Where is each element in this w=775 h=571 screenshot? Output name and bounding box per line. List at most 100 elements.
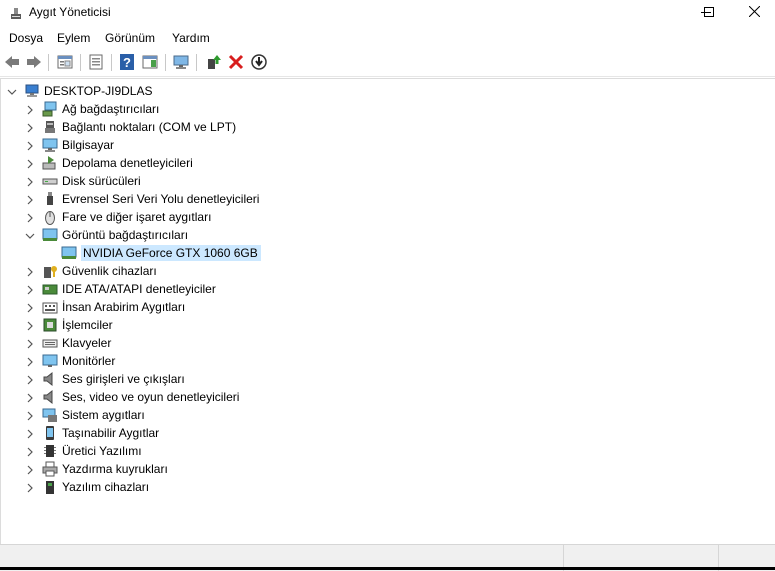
tree-category[interactable]: Yazdırma kuyrukları [27,460,168,478]
tree-category[interactable]: Sistem aygıtları [27,406,145,424]
tree-category[interactable]: İşlemciler [27,316,113,334]
tree-item-label: NVIDIA GeForce GTX 1060 6GB [81,245,261,261]
tree-item-label: İnsan Arabirim Aygıtları [62,300,186,314]
tree-category[interactable]: Güvenlik cihazları [27,262,157,280]
speaker-icon [42,389,58,405]
tree-item-label: IDE ATA/ATAPI denetleyiciler [62,282,216,296]
forward-button[interactable] [25,53,43,71]
firmware-icon [42,443,58,459]
system-device-icon [42,407,58,423]
uninstall-device-button[interactable] [227,53,245,71]
chevron-right-icon[interactable] [25,410,35,421]
tree-category[interactable]: Evrensel Seri Veri Yolu denetleyicileri [27,190,259,208]
chevron-down-icon[interactable] [7,86,17,96]
show-hide-tree-icon [56,55,74,74]
chevron-right-icon[interactable] [25,176,35,187]
chevron-right-icon[interactable] [25,140,35,151]
tree-device[interactable]: NVIDIA GeForce GTX 1060 6GB [61,244,261,262]
tree-category[interactable]: İnsan Arabirim Aygıtları [27,298,186,316]
software-device-icon [42,479,58,495]
chevron-right-icon[interactable] [25,446,35,457]
update-driver-button[interactable] [204,53,222,71]
toolbar-separator [165,54,166,71]
tree-item-label: Klavyeler [62,336,112,350]
menu-view[interactable]: Görünüm [105,31,155,45]
properties-button[interactable] [87,53,105,71]
tree-item-label: Yazılım cihazları [62,480,150,494]
chevron-down-icon[interactable] [25,230,35,240]
tree-category[interactable]: Fare ve diğer işaret aygıtları [27,208,211,226]
chevron-right-icon[interactable] [25,320,35,331]
tree-item-label: Disk sürücüleri [62,174,141,188]
tree-item-label: Üretici Yazılımı [62,444,142,458]
toolbar-separator [48,54,49,71]
tree-item-label: Ses, video ve oyun denetleyicileri [62,390,240,404]
properties-icon [87,54,105,74]
chevron-right-icon[interactable] [25,428,35,439]
maximize-button[interactable] [686,0,732,26]
chevron-right-icon[interactable] [25,266,35,277]
scan-hardware-button[interactable] [172,53,190,71]
menu-action[interactable]: Eylem [57,31,90,45]
tree-category[interactable]: Disk sürücüleri [27,172,141,190]
chevron-right-icon[interactable] [25,464,35,475]
chevron-right-icon[interactable] [25,338,35,349]
tree-category[interactable]: Klavyeler [27,334,112,352]
chevron-right-icon[interactable] [25,302,35,313]
network-adapter-icon [42,101,58,117]
tree-category[interactable]: Monitörler [27,352,115,370]
uninstall-icon [227,54,245,74]
tree-category[interactable]: Yazılım cihazları [27,478,150,496]
chevron-right-icon[interactable] [25,392,35,403]
svg-text:?: ? [123,55,131,70]
processor-icon [42,317,58,333]
tree-item-label: İşlemciler [62,318,113,332]
tree-category[interactable]: Taşınabilir Aygıtlar [27,424,159,442]
chevron-right-icon[interactable] [25,212,35,223]
disable-device-button[interactable] [250,53,268,71]
tree-category[interactable]: Depolama denetleyicileri [27,154,193,172]
device-manager-icon [8,5,24,21]
tree-category[interactable]: Bağlantı noktaları (COM ve LPT) [27,118,237,136]
tree-root[interactable]: DESKTOP-JI9DLAS [7,82,152,100]
menu-file[interactable]: Dosya [9,31,43,45]
tree-category[interactable]: Bilgisayar [27,136,114,154]
tree-category[interactable]: Üretici Yazılımı [27,442,142,460]
tree-item-label: Görüntü bağdaştırıcıları [62,228,189,242]
chevron-right-icon[interactable] [25,356,35,367]
tree-item-label: Güvenlik cihazları [62,264,157,278]
chevron-right-icon[interactable] [25,122,35,133]
tree-item-label: Yazdırma kuyrukları [62,462,168,476]
chevron-right-icon[interactable] [25,158,35,169]
display-adapter-icon [61,245,77,261]
ide-controller-icon [42,281,58,297]
close-button[interactable] [731,0,775,26]
forward-arrow-icon [25,56,43,74]
chevron-right-icon[interactable] [25,194,35,205]
tree-category[interactable]: Ağ bağdaştırıcıları [27,100,159,118]
port-icon [42,119,58,135]
monitor-icon [42,353,58,369]
show-hide-tree-button[interactable] [56,53,74,71]
chevron-right-icon[interactable] [25,104,35,115]
action-pane-button[interactable] [141,53,159,71]
chevron-right-icon[interactable] [25,284,35,295]
tree-item-label: Sistem aygıtları [62,408,145,422]
help-button[interactable]: ? [118,53,136,71]
tree-category[interactable]: Görüntü bağdaştırıcıları [25,226,189,244]
tree-item-label: Bağlantı noktaları (COM ve LPT) [62,120,237,134]
update-driver-icon [204,55,222,74]
chevron-right-icon[interactable] [25,482,35,493]
maximize-icon [704,6,714,20]
tree-category[interactable]: Ses girişleri ve çıkışları [27,370,185,388]
portable-device-icon [42,425,58,441]
hid-icon [42,299,58,315]
tree-category[interactable]: IDE ATA/ATAPI denetleyiciler [27,280,216,298]
device-tree: DESKTOP-JI9DLAS Ağ bağdaştırıcıları Bağlan… [0,78,775,545]
tree-category[interactable]: Ses, video ve oyun denetleyicileri [27,388,240,406]
security-device-icon [42,263,58,279]
back-button[interactable] [3,53,21,71]
close-icon [748,5,760,20]
menu-help[interactable]: Yardım [172,31,210,45]
chevron-right-icon[interactable] [25,374,35,385]
